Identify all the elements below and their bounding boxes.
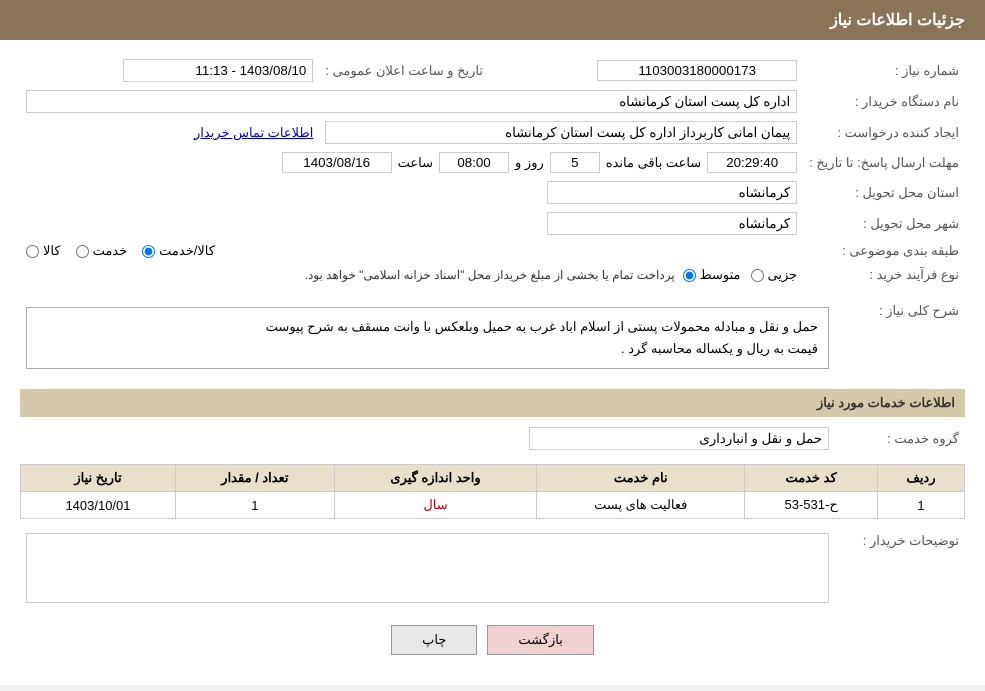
khadamat-section-header: اطلاعات خدمات مورد نیاز bbox=[20, 389, 965, 417]
row-ostanTahvil: استان محل تحویل : bbox=[20, 177, 965, 208]
shahr-label: شهر محل تحویل : bbox=[803, 208, 965, 239]
noe-label: نوع فرآیند خرید : bbox=[803, 263, 965, 287]
rooz-input[interactable] bbox=[550, 152, 600, 173]
mohlat-inline: ساعت باقی مانده روز و ساعت bbox=[26, 152, 797, 173]
grohe-table: گروه خدمت : bbox=[20, 423, 965, 454]
cell-radif: 1 bbox=[877, 492, 964, 519]
radio-motavaset-input[interactable] bbox=[683, 269, 696, 282]
table-header-row: ردیف کد خدمت نام خدمت واحد اندازه گیری ت… bbox=[21, 465, 965, 492]
col-kod: کد خدمت bbox=[745, 465, 878, 492]
print-button[interactable]: چاپ bbox=[391, 625, 477, 655]
radio-kala-input[interactable] bbox=[26, 245, 39, 258]
cell-name: فعالیت های پست bbox=[537, 492, 745, 519]
tarikh-label: تاریخ و ساعت اعلان عمومی : bbox=[319, 55, 489, 86]
col-name: نام خدمت bbox=[537, 465, 745, 492]
sharh-line1: حمل و نقل و مبادله محمولات پستی از اسلام… bbox=[266, 319, 818, 334]
page-header: جزئیات اطلاعات نیاز bbox=[0, 0, 985, 40]
ijad-label: ایجاد کننده درخواست : bbox=[803, 117, 965, 148]
radio-khadamat[interactable]: خدمت bbox=[76, 243, 128, 259]
saat-label: ساعت bbox=[398, 155, 433, 171]
col-radif: ردیف bbox=[877, 465, 964, 492]
motavaset-label: متوسط bbox=[700, 267, 741, 283]
col-tedad: تعداد / مقدار bbox=[175, 465, 334, 492]
shomareNiaz-input[interactable] bbox=[597, 60, 797, 81]
radio-khadamat-input[interactable] bbox=[76, 245, 89, 258]
row-shomareNiaz: شماره نیاز : تاریخ و ساعت اعلان عمومی : bbox=[20, 55, 965, 86]
grohe-label: گروه خدمت : bbox=[835, 423, 965, 454]
radio-kala-khadamat[interactable]: کالا/خدمت bbox=[142, 243, 215, 259]
row-shahrTahvil: شهر محل تحویل : bbox=[20, 208, 965, 239]
noe-note: پرداخت تمام یا بخشی از مبلغ خریداز محل "… bbox=[305, 268, 675, 282]
noe-radio-group: جزیی متوسط bbox=[683, 267, 798, 283]
table-row: 1ح-531-53فعالیت های پستسال11403/10/01 bbox=[21, 492, 965, 519]
row-ijad: ایجاد کننده درخواست : اطلاعات تماس خریدا… bbox=[20, 117, 965, 148]
sharh-table: شرح کلی نیاز : حمل و نقل و مبادله محمولا… bbox=[20, 297, 965, 379]
sharh-box: حمل و نقل و مبادله محمولات پستی از اسلام… bbox=[26, 307, 829, 369]
radio-kala-khadamat-input[interactable] bbox=[142, 245, 155, 258]
toshihat-table: توضیحات خریدار : bbox=[20, 529, 965, 610]
ostan-input[interactable] bbox=[547, 181, 797, 204]
row-namDastgah: نام دستگاه خریدار : bbox=[20, 86, 965, 117]
main-form-table: شماره نیاز : تاریخ و ساعت اعلان عمومی : … bbox=[20, 55, 965, 287]
cell-vahed: سال bbox=[334, 492, 536, 519]
table-header: ردیف کد خدمت نام خدمت واحد اندازه گیری ت… bbox=[21, 465, 965, 492]
saat-input[interactable] bbox=[439, 152, 509, 173]
sharh-line2: قیمت به ریال و یکساله محاسبه گرد . bbox=[621, 341, 818, 356]
baghimande-input[interactable] bbox=[707, 152, 797, 173]
kala-khadamat-label: کالا/خدمت bbox=[159, 243, 215, 259]
row-mohlat: مهلت ارسال پاسخ: تا تاریخ : ساعت باقی ما… bbox=[20, 148, 965, 177]
row-noeFarayand: نوع فرآیند خرید : جزیی متوسط bbox=[20, 263, 965, 287]
toshihat-textarea[interactable] bbox=[26, 533, 829, 603]
ijad-input[interactable] bbox=[325, 121, 797, 144]
radio-jozi[interactable]: جزیی bbox=[751, 267, 798, 283]
services-table: ردیف کد خدمت نام خدمت واحد اندازه گیری ت… bbox=[20, 464, 965, 519]
radio-kala[interactable]: کالا bbox=[26, 243, 61, 259]
grohe-input[interactable] bbox=[529, 427, 829, 450]
ostan-label: استان محل تحویل : bbox=[803, 177, 965, 208]
table-body: 1ح-531-53فعالیت های پستسال11403/10/01 bbox=[21, 492, 965, 519]
baghimande-label: ساعت باقی مانده bbox=[606, 155, 701, 171]
radio-motavaset[interactable]: متوسط bbox=[683, 267, 741, 283]
row-sharh: شرح کلی نیاز : حمل و نقل و مبادله محمولا… bbox=[20, 297, 965, 379]
khadamat-label: خدمت bbox=[93, 243, 128, 259]
sharh-label: شرح کلی نیاز : bbox=[835, 297, 965, 379]
mohlat-label: مهلت ارسال پاسخ: تا تاریخ : bbox=[803, 148, 965, 177]
tabaqeh-label: طبقه بندی موضوعی : bbox=[803, 239, 965, 263]
row-tabaqeh: طبقه بندی موضوعی : کالا/خدمت خدمت کالا bbox=[20, 239, 965, 263]
noe-content: جزیی متوسط پرداخت تمام یا بخشی از مبلغ خ… bbox=[26, 267, 797, 283]
row-toshihat: توضیحات خریدار : bbox=[20, 529, 965, 610]
namDastgah-label: نام دستگاه خریدار : bbox=[803, 86, 965, 117]
back-button[interactable]: بازگشت bbox=[487, 625, 593, 655]
kala-label: کالا bbox=[43, 243, 61, 259]
button-row: بازگشت چاپ bbox=[20, 625, 965, 655]
page-title: جزئیات اطلاعات نیاز bbox=[830, 12, 965, 29]
cell-tedad: 1 bbox=[175, 492, 334, 519]
toshihat-label: توضیحات خریدار : bbox=[835, 529, 965, 610]
col-tarikh: تاریخ نیاز bbox=[21, 465, 176, 492]
rooz-label: روز و bbox=[515, 155, 544, 171]
cell-kod: ح-531-53 bbox=[745, 492, 878, 519]
radio-jozi-input[interactable] bbox=[751, 269, 764, 282]
page-wrapper: جزئیات اطلاعات نیاز شماره نیاز : تاریخ و… bbox=[0, 0, 985, 685]
row-grohe: گروه خدمت : bbox=[20, 423, 965, 454]
content-area: شماره نیاز : تاریخ و ساعت اعلان عمومی : … bbox=[0, 40, 985, 685]
namDastgah-input[interactable] bbox=[26, 90, 797, 113]
cell-tarikh: 1403/10/01 bbox=[21, 492, 176, 519]
tabaqeh-radio-group: کالا/خدمت خدمت کالا bbox=[26, 243, 797, 259]
tarikh-input[interactable] bbox=[123, 59, 313, 82]
shomareNiaz-label: شماره نیاز : bbox=[803, 55, 965, 86]
col-vahed: واحد اندازه گیری bbox=[334, 465, 536, 492]
shahr-input[interactable] bbox=[547, 212, 797, 235]
jozi-label: جزیی bbox=[768, 267, 798, 283]
date-input[interactable] bbox=[282, 152, 392, 173]
ettelaat-tamas-link[interactable]: اطلاعات تماس خریدار bbox=[194, 125, 313, 140]
